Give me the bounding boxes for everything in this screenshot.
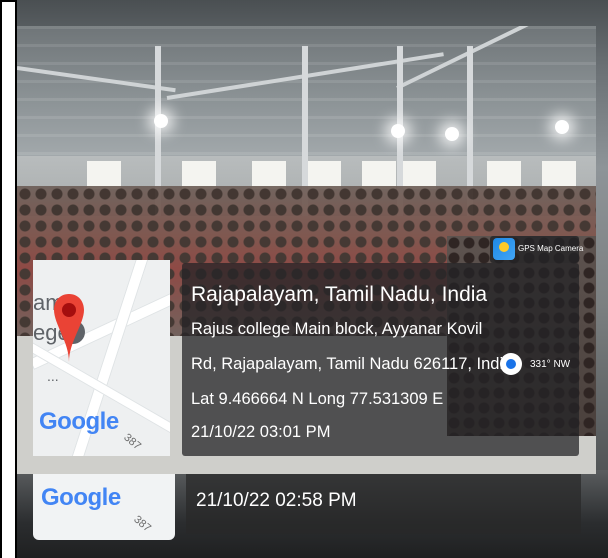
coordinates: Lat 9.466664 N Long 77.531309 E bbox=[191, 390, 444, 408]
back-map-thumbnail: Google 387 bbox=[33, 470, 175, 540]
hall-window bbox=[542, 161, 576, 189]
ceiling-lamp bbox=[445, 127, 459, 141]
timestamp: 21/10/22 03:01 PM bbox=[191, 423, 331, 441]
address-line-2: Rd, Rajapalayam, Tamil Nadu 626117, Indi… bbox=[191, 355, 513, 373]
address-line-1: Rajus college Main block, Ayyanar Kovil bbox=[191, 320, 483, 338]
map-road-number: 387 bbox=[121, 431, 144, 453]
google-logo-text: Google bbox=[39, 408, 119, 435]
map-label: ... bbox=[47, 368, 59, 384]
table-border-left bbox=[0, 0, 2, 558]
app-badge-label: GPS Map Camera bbox=[518, 244, 584, 253]
gps-map-camera-icon bbox=[493, 238, 515, 260]
location-pin-icon bbox=[54, 294, 84, 362]
hall-window bbox=[402, 161, 436, 189]
back-road-number: 387 bbox=[131, 513, 154, 535]
ceiling-lamp bbox=[391, 124, 405, 138]
back-google-logo: Google bbox=[41, 484, 121, 512]
back-timestamp: 21/10/22 02:58 PM bbox=[196, 490, 357, 511]
google-logo: Google bbox=[39, 408, 119, 436]
compass-icon bbox=[500, 353, 522, 375]
hall-window bbox=[487, 161, 521, 189]
hall-window bbox=[362, 161, 396, 189]
ceiling-lamp bbox=[154, 114, 168, 128]
ceiling-lamp bbox=[555, 120, 569, 134]
hall-window bbox=[87, 161, 121, 189]
google-logo-text: Google bbox=[41, 484, 121, 511]
hall-window bbox=[182, 161, 216, 189]
hall-window bbox=[252, 161, 286, 189]
heading-readout: 331° NW bbox=[530, 359, 571, 370]
hall-window bbox=[307, 161, 341, 189]
place-title: Rajapalayam, Tamil Nadu, India bbox=[191, 283, 488, 306]
